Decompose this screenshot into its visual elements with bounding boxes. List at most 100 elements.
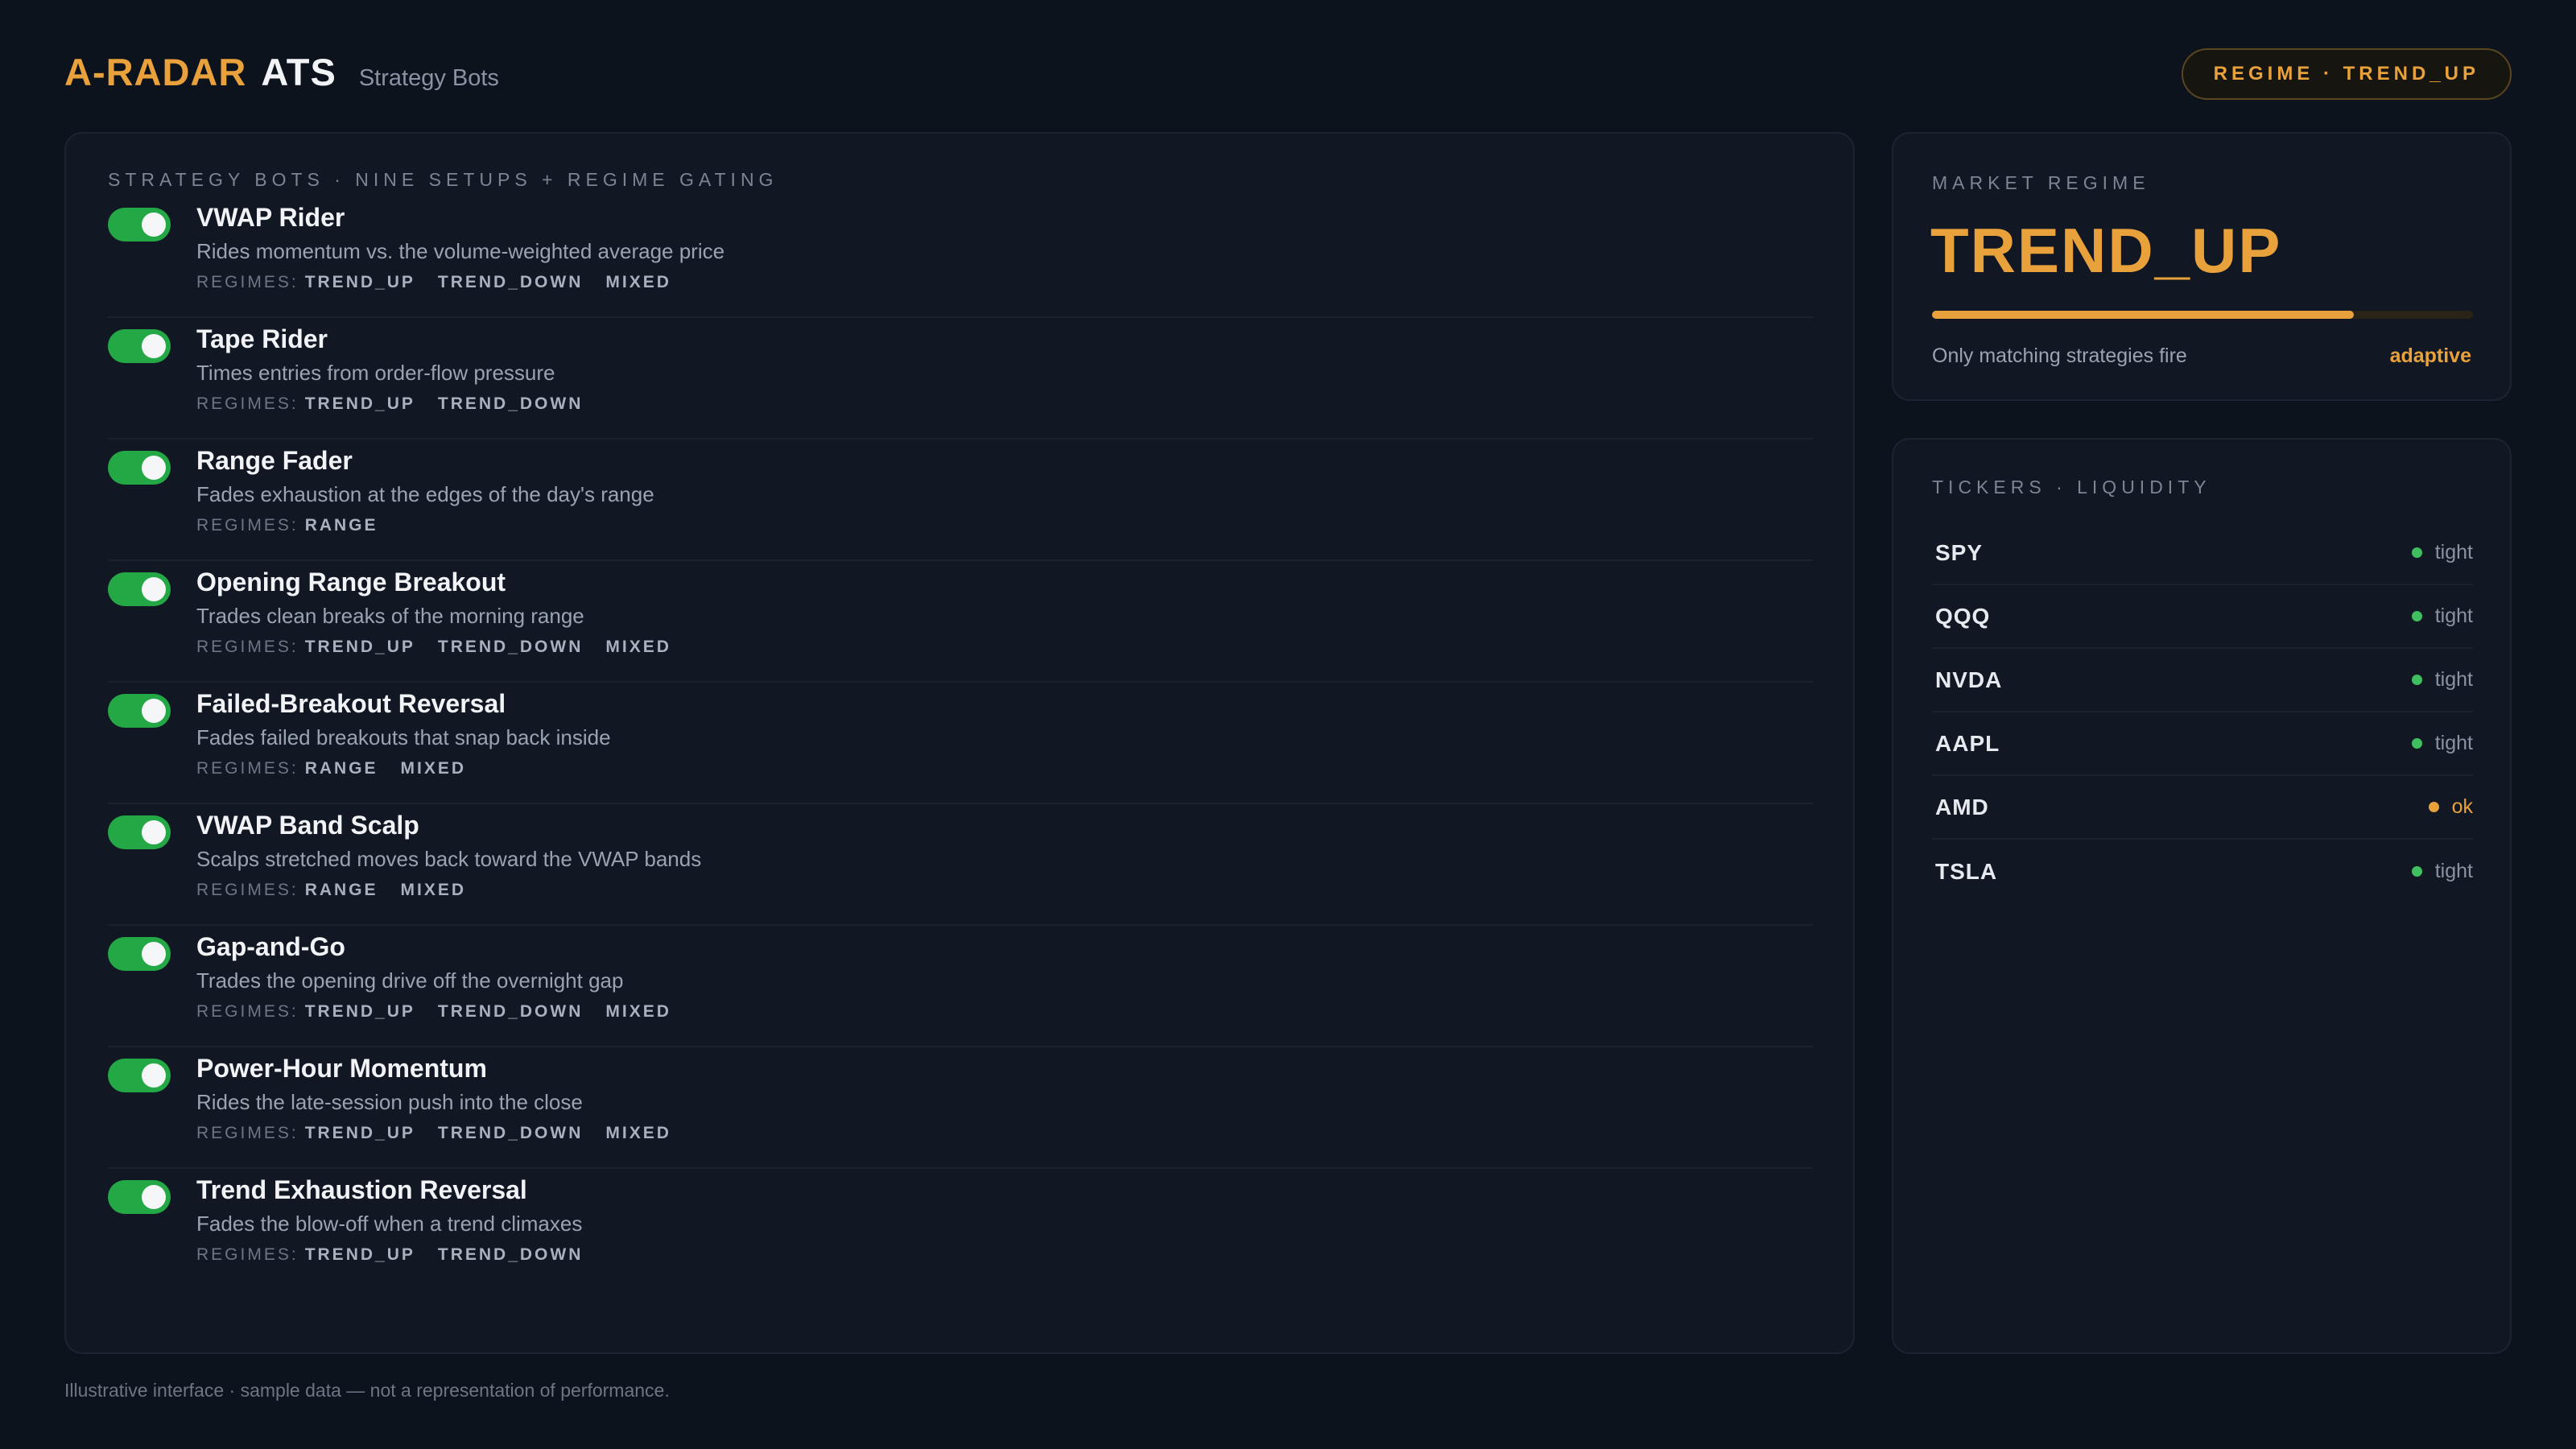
regime-tag: TREND_UP	[304, 273, 415, 291]
regime-tag: RANGE	[304, 759, 378, 778]
strategy-list: VWAP Rider Rides momentum vs. the volume-…	[108, 203, 1813, 1290]
strategy-name: Gap-and-Go	[196, 932, 345, 961]
strategy-name: Power-Hour Momentum	[196, 1054, 487, 1083]
strategy-toggle[interactable]	[108, 694, 171, 728]
strategy-row: Failed-Breakout Reversal Fades failed bre…	[108, 683, 1813, 804]
status-dot-icon	[2428, 802, 2439, 812]
strategy-description: Fades the blow-off when a trend climaxes	[196, 1212, 583, 1236]
ticker-row[interactable]: SPY tight	[1932, 522, 2473, 585]
ticker-row[interactable]: QQQ tight	[1932, 585, 2473, 649]
regime-tag: TREND_DOWN	[437, 1245, 584, 1264]
regime-tag: TREND_DOWN	[437, 394, 584, 413]
strategy-regimes: REGIMES: TREND_UP TREND_DOWN MIXED	[196, 1123, 686, 1144]
regimes-label: REGIMES:	[196, 516, 299, 535]
page-subtitle: Strategy Bots	[358, 65, 499, 91]
regime-tag: TREND_DOWN	[437, 638, 584, 656]
tickers-label: TICKERS · LIQUIDITY	[1932, 477, 2211, 497]
strategy-info: Power-Hour Momentum Rides the late-sessio…	[196, 1052, 686, 1144]
toggle-knob	[142, 213, 166, 237]
strategy-toggle[interactable]	[108, 1180, 171, 1214]
strategy-toggle[interactable]	[108, 208, 171, 242]
regimes-label: REGIMES:	[196, 1245, 299, 1264]
ticker-symbol: TSLA	[1935, 858, 1998, 884]
strategy-info: Tape Rider Times entries from order-flow …	[196, 323, 597, 415]
app-page: A-RADAR ATS Strategy Bots REGIME · TREND…	[0, 0, 2576, 1449]
tickers-panel: TICKERS · LIQUIDITY SPY tight QQQ tight NVDA…	[1892, 438, 2512, 1354]
regime-tag: TREND_DOWN	[437, 1002, 584, 1021]
strategy-toggle[interactable]	[108, 572, 171, 606]
regime-tag: TREND_UP	[304, 638, 415, 656]
strategy-description: Rides the late-session push into the clo…	[196, 1090, 583, 1114]
strategy-name: Tape Rider	[196, 324, 328, 353]
strategy-toggle[interactable]	[108, 815, 171, 849]
ticker-row[interactable]: AMD ok	[1932, 776, 2473, 840]
regime-tag: MIXED	[400, 759, 467, 778]
strategy-info: Opening Range Breakout Trades clean break…	[196, 566, 686, 658]
ticker-row[interactable]: TSLA tight	[1932, 840, 2473, 903]
liquidity-label: tight	[2434, 732, 2473, 754]
app-header: A-RADAR ATS Strategy Bots	[64, 50, 499, 101]
strategy-toggle[interactable]	[108, 329, 171, 363]
strategy-name: Trend Exhaustion Reversal	[196, 1175, 527, 1204]
strategy-description: Fades exhaustion at the edges of the day…	[196, 482, 654, 506]
ticker-row[interactable]: NVDA tight	[1932, 649, 2473, 712]
toggle-knob	[142, 699, 166, 723]
strategy-row: VWAP Band Scalp Scalps stretched moves ba…	[108, 804, 1813, 926]
brand-logo-main: ATS	[261, 51, 336, 93]
strategy-description: Trades clean breaks of the morning range	[196, 604, 584, 628]
strategy-regimes: REGIMES: TREND_UP TREND_DOWN MIXED	[196, 272, 724, 293]
strategy-toggle[interactable]	[108, 1059, 171, 1092]
strategy-info: Failed-Breakout Reversal Fades failed bre…	[196, 687, 611, 779]
liquidity-label: ok	[2451, 795, 2473, 818]
regime-tag: RANGE	[304, 516, 378, 535]
strategy-regimes: REGIMES: TREND_UP TREND_DOWN MIXED	[196, 637, 686, 658]
strategy-row: Power-Hour Momentum Rides the late-sessio…	[108, 1047, 1813, 1169]
footer-disclaimer: Illustrative interface · sample data — n…	[64, 1380, 670, 1401]
regime-tag: MIXED	[605, 638, 671, 656]
status-dot-icon	[2411, 611, 2422, 621]
strategy-bots-panel: STRATEGY BOTS · NINE SETUPS + REGIME GAT…	[64, 132, 1855, 1354]
ticker-symbol: SPY	[1935, 539, 1984, 565]
regimes-label: REGIMES:	[196, 1124, 299, 1142]
strategy-row: Tape Rider Times entries from order-flow …	[108, 318, 1813, 440]
strategy-toggle[interactable]	[108, 451, 171, 485]
brand-logo-accent: A-RADAR	[64, 51, 247, 93]
liquidity-status: tight	[2411, 732, 2473, 755]
strategy-regimes: REGIMES: RANGE MIXED	[196, 758, 611, 779]
regimes-label: REGIMES:	[196, 273, 299, 291]
strategy-regimes: REGIMES: TREND_UP TREND_DOWN	[196, 394, 597, 415]
liquidity-status: tight	[2411, 668, 2473, 691]
regime-tag: MIXED	[605, 1124, 671, 1142]
status-dot-icon	[2411, 738, 2422, 749]
toggle-knob	[142, 942, 166, 966]
toggle-knob	[142, 577, 166, 601]
strategy-description: Trades the opening drive off the overnig…	[196, 968, 624, 993]
ticker-symbol: QQQ	[1935, 603, 1991, 629]
strategy-row: Opening Range Breakout Trades clean break…	[108, 561, 1813, 683]
liquidity-status: tight	[2411, 860, 2473, 883]
regime-tag: TREND_UP	[304, 1124, 415, 1142]
regime-status-badge[interactable]: REGIME · TREND_UP	[2181, 48, 2512, 100]
ticker-row[interactable]: AAPL tight	[1932, 712, 2473, 776]
ticker-list: SPY tight QQQ tight NVDA tight AAPL tight AMD ok T…	[1932, 522, 2473, 903]
strategy-toggle[interactable]	[108, 937, 171, 971]
strategy-info: Gap-and-Go Trades the opening drive off t…	[196, 931, 686, 1022]
status-dot-icon	[2411, 547, 2422, 558]
toggle-knob	[142, 1063, 166, 1088]
strategy-description: Fades failed breakouts that snap back in…	[196, 725, 611, 749]
ticker-symbol: NVDA	[1935, 667, 2003, 692]
regime-mode-label: adaptive	[2389, 345, 2471, 367]
regimes-label: REGIMES:	[196, 881, 299, 899]
toggle-knob	[142, 820, 166, 844]
regimes-label: REGIMES:	[196, 638, 299, 656]
strategy-regimes: REGIMES: TREND_UP TREND_DOWN MIXED	[196, 1001, 686, 1022]
strategy-description: Rides momentum vs. the volume-weighted a…	[196, 239, 725, 263]
market-regime-label: MARKET REGIME	[1932, 172, 2150, 193]
toggle-knob	[142, 456, 166, 480]
strategy-name: Failed-Breakout Reversal	[196, 689, 506, 718]
strategy-section-label: STRATEGY BOTS · NINE SETUPS + REGIME GAT…	[108, 169, 778, 190]
strategy-row: Range Fader Fades exhaustion at the edges…	[108, 440, 1813, 561]
strategy-regimes: REGIMES: RANGE	[196, 515, 654, 536]
toggle-knob	[142, 1185, 166, 1209]
toggle-knob	[142, 334, 166, 358]
